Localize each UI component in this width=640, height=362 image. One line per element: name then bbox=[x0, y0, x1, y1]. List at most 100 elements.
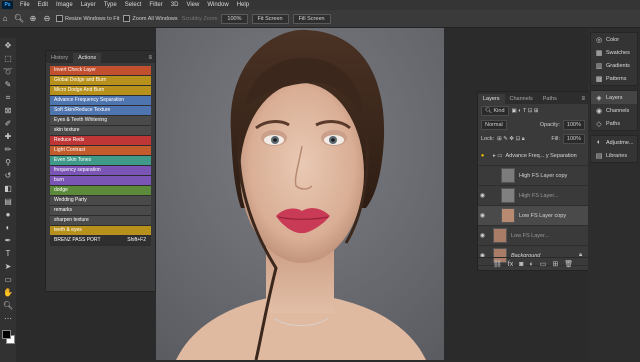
marquee-tool-icon[interactable]: ⬚ bbox=[2, 53, 14, 64]
menu-image[interactable]: Image bbox=[52, 2, 77, 8]
resize-windows-checkbox[interactable]: Resize Windows to Fit bbox=[56, 15, 119, 22]
action-item[interactable]: dodge bbox=[50, 186, 151, 196]
fill-screen-button[interactable]: Fill Screen bbox=[292, 13, 331, 24]
layer-row[interactable]: ◉ High FS Layer... bbox=[478, 186, 588, 206]
dock-color[interactable]: ◎ Color bbox=[591, 33, 637, 46]
dock-adjustments[interactable]: ◐ Adjustme... bbox=[591, 136, 637, 149]
tab-history[interactable]: History bbox=[46, 53, 73, 63]
move-tool-icon[interactable]: ✥ bbox=[2, 40, 14, 51]
menu-edit[interactable]: Edit bbox=[34, 2, 52, 8]
fill-field[interactable]: 100% bbox=[562, 134, 585, 144]
layer-row[interactable]: High FS Layer copy bbox=[478, 166, 588, 186]
healing-brush-tool-icon[interactable]: ✚ bbox=[2, 131, 14, 142]
scrubby-zoom-checkbox[interactable]: Scrubby Zoom bbox=[182, 16, 218, 22]
menu-type[interactable]: Type bbox=[100, 2, 121, 8]
clone-stamp-tool-icon[interactable]: ⚲ bbox=[2, 157, 14, 168]
crop-tool-icon[interactable]: ⌗ bbox=[2, 92, 14, 103]
panel-menu-icon[interactable]: ≡ bbox=[148, 55, 152, 61]
layer-name[interactable]: Low FS Layer copy bbox=[519, 213, 566, 219]
frame-tool-icon[interactable]: ⊠ bbox=[2, 105, 14, 116]
checkbox-box[interactable] bbox=[123, 15, 131, 22]
shape-tool-icon[interactable]: ▭ bbox=[2, 274, 14, 285]
more-tools-icon[interactable]: ⋯ bbox=[2, 313, 14, 324]
eye-icon[interactable]: ◉ bbox=[478, 232, 487, 239]
dock-patterns[interactable]: ▩ Patterns bbox=[591, 72, 637, 85]
tab-paths[interactable]: Paths bbox=[538, 94, 562, 104]
action-item[interactable]: burn bbox=[50, 176, 151, 186]
opacity-field[interactable]: 100% bbox=[562, 120, 585, 130]
action-item[interactable]: Wedding Party bbox=[50, 196, 151, 206]
action-item[interactable]: skin texture bbox=[50, 126, 151, 136]
zoom-out-icon[interactable]: ⊖ bbox=[42, 14, 52, 24]
blend-mode-dropdown[interactable]: Normal bbox=[481, 120, 507, 130]
menu-layer[interactable]: Layer bbox=[77, 2, 100, 8]
action-item[interactable]: Micro Dodge And Burn bbox=[50, 86, 151, 96]
menu-view[interactable]: View bbox=[182, 2, 203, 8]
dock-channels[interactable]: ◉ Channels bbox=[591, 104, 637, 117]
action-item[interactable]: Advance Frequency Separation bbox=[50, 96, 151, 106]
zoom-tool-icon[interactable]: 🔍︎ bbox=[14, 14, 24, 24]
action-item[interactable]: teeth & eyes bbox=[50, 226, 151, 236]
menu-window[interactable]: Window bbox=[203, 2, 232, 8]
action-item[interactable]: Eyes & Teeth Whitening bbox=[50, 116, 151, 126]
dock-layers[interactable]: ◈ Layers bbox=[591, 91, 637, 104]
tab-layers[interactable]: Layers bbox=[478, 94, 505, 104]
link-layers-icon[interactable]: ⛓ bbox=[493, 260, 502, 268]
zoom-100-button[interactable]: 100% bbox=[221, 13, 248, 24]
new-group-icon[interactable]: ▭ bbox=[540, 260, 547, 268]
hand-tool-icon[interactable]: ✋ bbox=[2, 287, 14, 298]
filter-icons[interactable]: ▣ ◐ T ⊡ ⊞ bbox=[512, 108, 539, 114]
add-mask-icon[interactable]: ◙ bbox=[519, 261, 523, 268]
layer-row-group[interactable]: ● ▸ ▭ Advance Freq... y Separation bbox=[478, 146, 588, 166]
foreground-color-swatch[interactable] bbox=[2, 330, 11, 339]
layer-name[interactable]: Low FS Layer... bbox=[511, 233, 549, 239]
fit-screen-button[interactable]: Fit Screen bbox=[251, 13, 289, 24]
dock-libraries[interactable]: ▤ Libraries bbox=[591, 149, 637, 162]
layer-name[interactable]: High FS Layer... bbox=[519, 193, 558, 199]
action-item[interactable]: frequency separation bbox=[50, 166, 151, 176]
tab-channels[interactable]: Channels bbox=[505, 94, 538, 104]
brush-tool-icon[interactable]: ✏ bbox=[2, 144, 14, 155]
menu-file[interactable]: File bbox=[16, 2, 34, 8]
action-item[interactable]: Soft Skin/Reduce Texture bbox=[50, 106, 151, 116]
menu-3d[interactable]: 3D bbox=[167, 2, 183, 8]
panel-menu-icon[interactable]: ≡ bbox=[581, 96, 585, 102]
action-item[interactable]: Global Dodge and Burn bbox=[50, 76, 151, 86]
blur-tool-icon[interactable]: ● bbox=[2, 209, 14, 220]
pen-tool-icon[interactable]: ✒ bbox=[2, 235, 14, 246]
layer-row[interactable]: ◉ Low FS Layer... bbox=[478, 226, 588, 246]
dock-gradients[interactable]: ▥ Gradients bbox=[591, 59, 637, 72]
eyedropper-tool-icon[interactable]: ✐ bbox=[2, 118, 14, 129]
trash-icon[interactable]: 🗑︎ bbox=[564, 260, 573, 268]
layer-row[interactable]: ◉ Low FS Layer copy bbox=[478, 206, 588, 226]
zoom-tool-icon[interactable]: 🔍︎ bbox=[2, 300, 14, 311]
action-item[interactable]: remarks bbox=[50, 206, 151, 216]
action-item[interactable]: BRENZ PASS PORT Shift+F2 bbox=[50, 236, 151, 246]
gradient-tool-icon[interactable]: ▤ bbox=[2, 196, 14, 207]
menu-select[interactable]: Select bbox=[121, 2, 146, 8]
color-swatches[interactable] bbox=[2, 330, 15, 344]
eraser-tool-icon[interactable]: ◧ bbox=[2, 183, 14, 194]
menu-help[interactable]: Help bbox=[233, 2, 253, 8]
home-icon[interactable]: ⌂ bbox=[0, 14, 10, 24]
type-tool-icon[interactable]: T bbox=[2, 248, 14, 259]
new-layer-icon[interactable]: ⊞ bbox=[552, 260, 558, 268]
action-item[interactable]: Light Contrast bbox=[50, 146, 151, 156]
history-brush-tool-icon[interactable]: ↺ bbox=[2, 170, 14, 181]
adjustment-layer-icon[interactable]: ◐ bbox=[529, 261, 533, 268]
fx-icon[interactable]: fx bbox=[508, 261, 513, 268]
checkbox-box[interactable] bbox=[56, 15, 63, 22]
path-select-tool-icon[interactable]: ➤ bbox=[2, 261, 14, 272]
menu-filter[interactable]: Filter bbox=[145, 2, 166, 8]
zoom-all-checkbox[interactable]: Zoom All Windows bbox=[123, 15, 178, 22]
kind-filter-dropdown[interactable]: 🔍︎ Kind bbox=[481, 106, 509, 116]
dodge-tool-icon[interactable]: ◐ bbox=[2, 222, 14, 233]
eye-icon[interactable]: ● bbox=[478, 153, 487, 159]
layer-name[interactable]: High FS Layer copy bbox=[519, 173, 567, 179]
zoom-in-icon[interactable]: ⊕ bbox=[28, 14, 38, 24]
dock-paths[interactable]: ◇ Paths bbox=[591, 117, 637, 130]
layer-name[interactable]: Advance Freq... y Separation bbox=[506, 153, 577, 159]
quick-select-tool-icon[interactable]: ✎ bbox=[2, 79, 14, 90]
lasso-tool-icon[interactable]: ➰ bbox=[2, 66, 14, 77]
action-item[interactable]: sharpen texture bbox=[50, 216, 151, 226]
